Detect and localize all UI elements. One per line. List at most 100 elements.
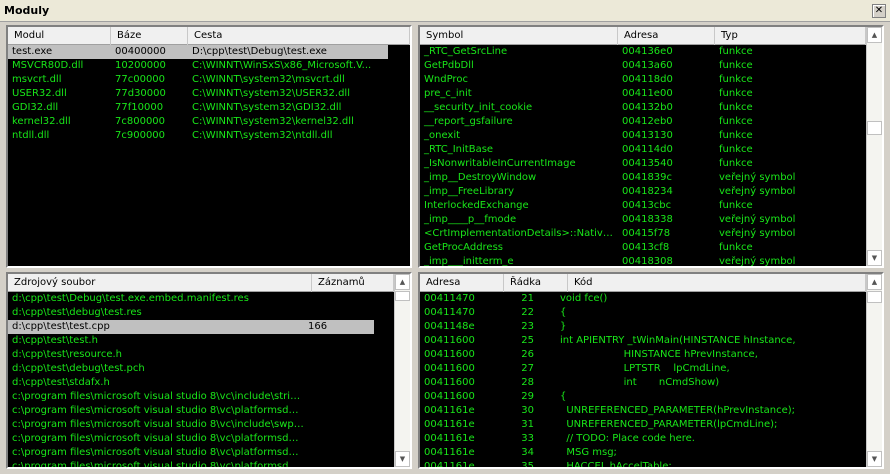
table-cell: 28 [521,377,534,388]
table-cell: UNREFERENCED_PARAMETER(lpCmdLine); [560,419,778,430]
table-row[interactable]: _RTC_GetSrcLine 004136e0 funkce [420,45,866,59]
table-cell: _onexit [424,130,461,141]
symbols-scrollbar[interactable]: ▲ ▼ [866,27,882,266]
table-row[interactable]: 00411600 28 int nCmdShow) [420,376,866,390]
table-row[interactable]: c:\program files\microsoft visual studio… [8,432,394,446]
table-row[interactable]: _RTC_InitBase 004114d0 funkce [420,143,866,157]
table-cell: int APIENTRY _tWinMain(HINSTANCE hInstan… [560,335,796,346]
table-cell: C:\WINNT\system32\USER32.dll [192,88,350,99]
table-cell: funkce [719,158,753,169]
table-cell: c:\program files\microsoft visual studio… [12,405,304,416]
scroll-up-icon[interactable]: ▲ [395,274,410,290]
table-row[interactable]: 0041161e 30 UNREFERENCED_PARAMETER(hPrevI… [420,404,866,418]
scroll-down-icon[interactable]: ▼ [867,451,882,467]
lines-scrollbar[interactable]: ▲ ▼ [866,274,882,467]
table-row[interactable]: InterlockedExchange 00413cbc funkce [420,199,866,213]
table-row[interactable]: USER32.dll 77d30000 C:\WINNT\system32\USER… [8,87,410,101]
table-cell: funkce [719,200,753,211]
table-row[interactable]: 00411470 22 { [420,306,866,320]
column-address[interactable]: Adresa [420,274,504,292]
column-path[interactable]: Cesta [188,27,410,45]
table-row[interactable]: _imp__DestroyWindow 0041839c veřejný symbo… [420,171,866,185]
table-row[interactable]: 00411600 25 int APIENTRY _tWinMain(HINSTAN… [420,334,866,348]
table-row[interactable]: 0041161e 31 UNREFERENCED_PARAMETER(lpCmdL… [420,418,866,432]
column-symbol[interactable]: Symbol [420,27,618,45]
table-row[interactable]: d:\cpp\test\test.cpp 166 [8,320,374,334]
table-row[interactable]: GetPdbDll 00413a60 funkce [420,59,866,73]
source-files-list[interactable]: Zdrojový soubor Záznamů d:\cpp\test\Debu… [6,272,412,469]
column-records[interactable]: Záznamů [312,274,394,292]
table-row[interactable]: 00411600 29 { [420,390,866,404]
table-row[interactable]: GDI32.dll 77f10000 C:\WINNT\system32\GDI32… [8,101,410,115]
table-cell: 31 [521,419,534,430]
table-cell: 0041161e [424,447,475,458]
table-cell: d:\cpp\test\stdafx.h [12,377,110,388]
table-cell: veřejný symbol [719,256,796,266]
table-row[interactable]: c:\program files\microsoft visual studio… [8,460,394,467]
table-cell: 0041161e [424,461,475,467]
table-row[interactable]: test.exe 00400000 D:\cpp\test\Debug\test.e… [8,45,388,59]
table-row[interactable]: d:\cpp\test\resource.h [8,348,394,362]
table-row[interactable]: msvcrt.dll 77c00000 C:\WINNT\system32\msvc… [8,73,410,87]
table-cell: _RTC_GetSrcLine [424,46,508,57]
table-row[interactable]: WndProc 004118d0 funkce [420,73,866,87]
table-row[interactable]: d:\cpp\test\Debug\test.exe.embed.manifes… [8,292,394,306]
table-cell: 27 [521,363,534,374]
scroll-thumb[interactable] [867,121,882,135]
table-cell: 00413540 [622,158,673,169]
table-row[interactable]: 0041161e 34 MSG msg; [420,446,866,460]
modules-list[interactable]: Modul Báze Cesta test.exe 00400000 D:\cpp\… [6,25,412,268]
scroll-up-icon[interactable]: ▲ [867,27,882,43]
table-row[interactable]: d:\cpp\test\stdafx.h [8,376,394,390]
table-row[interactable]: __report_gsfailure 00412eb0 funkce [420,115,866,129]
table-row[interactable]: <CrtImplementationDetails>::Native... 004… [420,227,866,241]
table-row[interactable]: 00411470 21 void fce() [420,292,866,306]
source-lines-list[interactable]: Adresa Řádka Kód 00411470 21 void fce() 004… [418,272,884,469]
table-row[interactable]: c:\program files\microsoft visual studio… [8,390,394,404]
table-row[interactable]: 00411600 27 LPTSTR lpCmdLine, [420,362,866,376]
table-row[interactable]: 0041161e 35 HACCEL hAccelTable; [420,460,866,467]
table-cell: 0041148e [424,321,475,332]
table-row[interactable]: _IsNonwritableInCurrentImage 00413540 funk… [420,157,866,171]
scroll-down-icon[interactable]: ▼ [395,451,410,467]
table-row[interactable]: d:\cpp\test\debug\test.pch [8,362,394,376]
table-row[interactable]: _imp__FreeLibrary 00418234 veřejný symbol [420,185,866,199]
column-type[interactable]: Typ [715,27,866,45]
table-row[interactable]: 0041148e 23} [420,320,866,334]
table-row[interactable]: c:\program files\microsoft visual studio… [8,418,394,432]
modules-header: Modul Báze Cesta [8,27,410,45]
table-row[interactable]: 0041161e 33 // TODO: Place code here. [420,432,866,446]
column-line[interactable]: Řádka [504,274,568,292]
table-row[interactable]: _onexit 00413130 funkce [420,129,866,143]
close-button[interactable]: ✕ [872,4,886,18]
column-base[interactable]: Báze [111,27,188,45]
close-icon: ✕ [874,5,884,16]
table-row[interactable]: MSVCR80D.dll 10200000 C:\WINNT\WinSxS\x86_… [8,59,410,73]
scroll-down-icon[interactable]: ▼ [867,250,882,266]
table-row[interactable]: c:\program files\microsoft visual studio… [8,446,394,460]
table-row[interactable]: pre_c_init 00411e00 funkce [420,87,866,101]
table-row[interactable]: c:\program files\microsoft visual studio… [8,404,394,418]
column-code[interactable]: Kód [568,274,866,292]
table-row[interactable]: ntdll.dll 7c900000 C:\WINNT\system32\ntdll… [8,129,410,143]
window-title: Moduly [4,4,50,17]
table-row[interactable]: __security_init_cookie 004132b0 funkce [420,101,866,115]
table-row[interactable]: _imp____p__fmode 00418338 veřejný symbol [420,213,866,227]
table-cell: HINSTANCE hPrevInstance, [560,349,758,360]
column-module[interactable]: Modul [8,27,111,45]
table-row[interactable]: d:\cpp\test\test.h [8,334,394,348]
table-cell: UNREFERENCED_PARAMETER(hPrevInstance); [560,405,796,416]
table-cell: _imp__FreeLibrary [424,186,515,197]
column-source-file[interactable]: Zdrojový soubor [8,274,312,292]
scroll-up-icon[interactable]: ▲ [867,274,882,290]
sources-scrollbar[interactable]: ▲ ▼ [394,274,410,467]
table-row[interactable]: kernel32.dll 7c800000 C:\WINNT\system32\ke… [8,115,410,129]
table-row[interactable]: _imp___initterm_e 00418308 veřejný symbol [420,255,866,266]
table-row[interactable]: d:\cpp\test\debug\test.res [8,306,394,320]
table-row[interactable]: 00411600 26 HINSTANCE hPrevInstance, [420,348,866,362]
column-address[interactable]: Adresa [618,27,715,45]
scroll-thumb[interactable] [867,291,882,303]
scroll-thumb[interactable] [395,291,410,301]
table-row[interactable]: GetProcAddress 00413cf8 funkce [420,241,866,255]
symbols-list[interactable]: Symbol Adresa Typ _RTC_GetSrcLine 004136e… [418,25,884,268]
